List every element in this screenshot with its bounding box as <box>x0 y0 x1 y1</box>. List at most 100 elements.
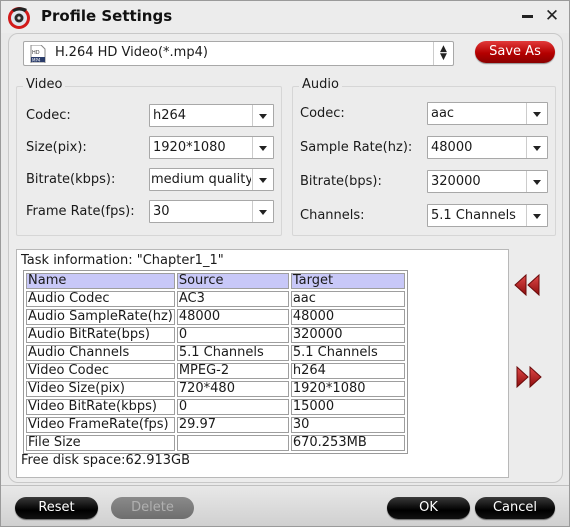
video-size-select[interactable]: 1920*1080 <box>149 136 274 159</box>
task-info-panel: Task information: "Chapter1_1" Name Sour… <box>16 249 509 478</box>
cell-source: 0 <box>176 399 289 415</box>
audio-bitrate-label: Bitrate(bps): <box>300 174 382 189</box>
cell-name: Audio Channels <box>26 345 175 361</box>
cancel-button[interactable]: Cancel <box>475 497 555 519</box>
table-row: File Size 670.253MB <box>26 435 405 451</box>
cell-name: Video Size(pix) <box>26 381 175 397</box>
audio-channels-select[interactable]: 5.1 Channels <box>427 204 548 227</box>
hd-mp4-icon: HD MP4 <box>30 45 46 63</box>
video-bitrate-select[interactable]: medium quality <box>149 168 274 191</box>
task-info-table: Name Source Target Audio Codec AC3 aac Audi… <box>23 270 408 454</box>
video-framerate-value: 30 <box>153 204 170 219</box>
rewind-icon[interactable] <box>513 273 543 297</box>
cell-source <box>176 435 289 451</box>
window-title: Profile Settings <box>41 7 173 25</box>
audio-codec-value: aac <box>431 106 455 121</box>
table-row: Video Codec MPEG-2 h264 <box>26 363 405 379</box>
cell-name: Video Codec <box>26 363 175 379</box>
ok-button[interactable]: OK <box>387 497 470 519</box>
video-bitrate-label: Bitrate(kbps): <box>26 172 116 187</box>
settings-panel: HD MP4 H.264 HD Video(*.mp4) ▲ ▼ Save As … <box>8 33 563 483</box>
cell-target: h264 <box>290 363 405 379</box>
chevron-down-icon[interactable] <box>252 169 273 190</box>
chevron-down-icon[interactable] <box>526 205 547 226</box>
free-disk-space: Free disk space:62.913GB <box>21 453 191 468</box>
video-group-legend: Video <box>23 77 66 92</box>
task-info-title: Task information: "Chapter1_1" <box>21 253 224 268</box>
cell-target: 670.253MB <box>290 435 405 451</box>
chevron-down-icon[interactable] <box>252 105 273 126</box>
cell-source: 720*480 <box>176 381 289 397</box>
audio-samplerate-value: 48000 <box>431 140 473 155</box>
audio-channels-value: 5.1 Channels <box>431 208 516 223</box>
cell-target: 1920*1080 <box>290 381 405 397</box>
video-size-label: Size(pix): <box>26 140 87 155</box>
dialog-footer: Reset Delete OK Cancel <box>1 485 569 526</box>
video-bitrate-value: medium quality <box>151 172 251 187</box>
audio-codec-select[interactable]: aac <box>427 102 548 125</box>
cell-source: 29.97 <box>176 417 289 433</box>
column-header-name: Name <box>26 273 175 289</box>
audio-bitrate-value: 320000 <box>431 174 481 189</box>
video-codec-label: Codec: <box>26 108 71 123</box>
chevron-down-icon[interactable] <box>252 137 273 158</box>
cell-source: 48000 <box>176 309 289 325</box>
table-row: Video BitRate(kbps) 0 15000 <box>26 399 405 415</box>
chevron-down-icon[interactable] <box>252 201 273 222</box>
table-row: Audio BitRate(bps) 0 320000 <box>26 327 405 343</box>
save-as-button[interactable]: Save As <box>475 41 555 63</box>
cell-target: 30 <box>290 417 405 433</box>
profile-select[interactable]: HD MP4 H.264 HD Video(*.mp4) ▲ ▼ <box>23 41 454 66</box>
video-codec-select[interactable]: h264 <box>149 104 274 127</box>
cell-source: 5.1 Channels <box>176 345 289 361</box>
chevron-down-icon[interactable] <box>526 103 547 124</box>
table-row: Audio Channels 5.1 Channels 5.1 Channels <box>26 345 405 361</box>
table-row: Video FrameRate(fps) 29.97 30 <box>26 417 405 433</box>
cell-target: aac <box>290 291 405 307</box>
cell-target: 48000 <box>290 309 405 325</box>
table-row: Video Size(pix) 720*480 1920*1080 <box>26 381 405 397</box>
video-framerate-select[interactable]: 30 <box>149 200 274 223</box>
audio-samplerate-label: Sample Rate(hz): <box>300 140 413 155</box>
column-header-source: Source <box>176 273 289 289</box>
audio-samplerate-select[interactable]: 48000 <box>427 136 548 159</box>
video-framerate-label: Frame Rate(fps): <box>26 204 135 219</box>
close-icon: ✕ <box>544 6 560 26</box>
table-row: Audio SampleRate(hz) 48000 48000 <box>26 309 405 325</box>
table-header-row: Name Source Target <box>26 273 405 289</box>
video-size-value: 1920*1080 <box>153 140 226 155</box>
cell-name: Audio SampleRate(hz) <box>26 309 175 325</box>
column-header-target: Target <box>290 273 405 289</box>
cell-name: Video BitRate(kbps) <box>26 399 175 415</box>
cell-target: 5.1 Channels <box>290 345 405 361</box>
audio-group-legend: Audio <box>299 77 342 92</box>
cell-source: MPEG-2 <box>176 363 289 379</box>
app-disc-icon <box>8 7 30 29</box>
cell-target: 15000 <box>290 399 405 415</box>
spinner-arrows-icon[interactable]: ▲ ▼ <box>433 42 453 65</box>
title-bar: Profile Settings ✕ <box>1 1 569 33</box>
reset-button[interactable]: Reset <box>15 497 98 519</box>
chevron-down-icon[interactable] <box>526 171 547 192</box>
profile-select-value: H.264 HD Video(*.mp4) <box>55 45 208 60</box>
video-group: Video Codec: h264 Size(pix): 1920*1080 B… <box>16 77 282 236</box>
cell-target: 320000 <box>290 327 405 343</box>
fast-forward-icon[interactable] <box>515 365 545 389</box>
cell-name: File Size <box>26 435 175 451</box>
cell-name: Audio BitRate(bps) <box>26 327 175 343</box>
delete-button[interactable]: Delete <box>111 497 194 519</box>
audio-bitrate-select[interactable]: 320000 <box>427 170 548 193</box>
svg-text:HD: HD <box>32 50 40 56</box>
svg-text:MP4: MP4 <box>32 58 41 63</box>
minimize-button[interactable] <box>519 7 537 25</box>
profile-settings-window: Profile Settings ✕ HD MP4 H.264 HD Video… <box>0 0 570 527</box>
cell-name: Audio Codec <box>26 291 175 307</box>
cell-source: AC3 <box>176 291 289 307</box>
close-button[interactable]: ✕ <box>543 7 561 25</box>
audio-group: Audio Codec: aac Sample Rate(hz): 48000 … <box>292 77 556 236</box>
chevron-down-icon[interactable] <box>526 137 547 158</box>
cell-name: Video FrameRate(fps) <box>26 417 175 433</box>
table-row: Audio Codec AC3 aac <box>26 291 405 307</box>
audio-codec-label: Codec: <box>300 106 345 121</box>
audio-channels-label: Channels: <box>300 208 365 223</box>
